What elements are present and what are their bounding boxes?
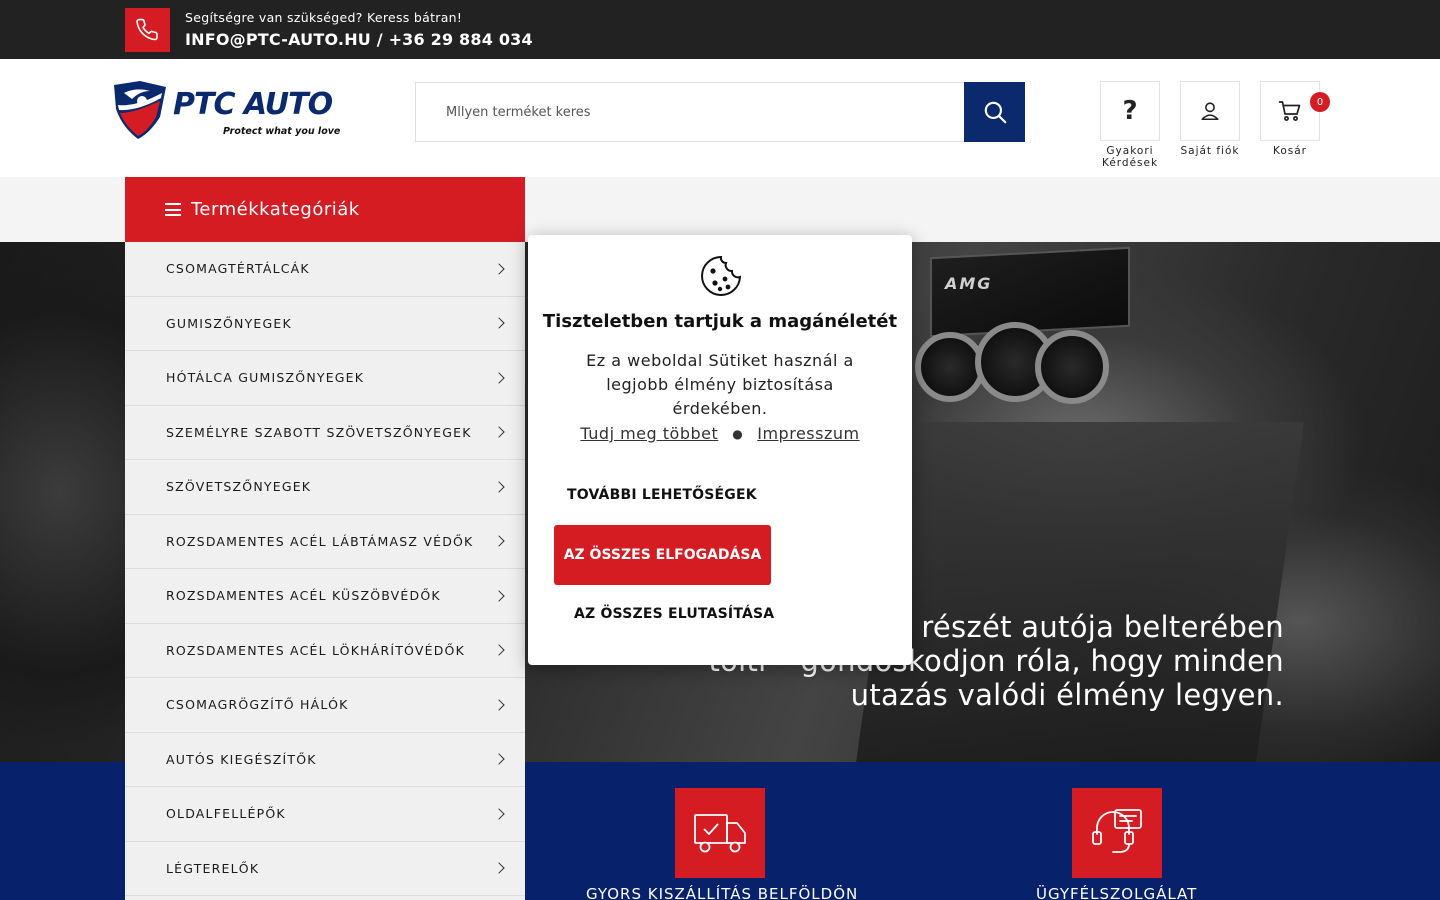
- category-item[interactable]: ROZSDAMENTES ACÉL KÜSZÖBVÉDŐK: [125, 569, 525, 624]
- category-item[interactable]: SZEMÉLYRE SZABOTT SZÖVETSZŐNYEGEK: [125, 406, 525, 460]
- accept-all-button[interactable]: AZ ÖSSZES ELFOGADÁSA: [554, 525, 771, 585]
- more-options-button[interactable]: TOVÁBBI LEHETŐSÉGEK: [567, 487, 757, 503]
- cart-icon: [1278, 101, 1301, 121]
- cookie-consent-modal: Tiszteletben tartjuk a magánéletét Ez a …: [528, 235, 912, 665]
- hero-text-line: utazás valódi élmény legyen.: [850, 678, 1284, 712]
- header: PTC AUTO Protect what you love ? Gyakori…: [0, 59, 1440, 177]
- categories-toggle[interactable]: Termékkategóriák: [125, 177, 525, 242]
- category-label: ROZSDAMENTES ACÉL LÁBTÁMASZ VÉDŐK: [166, 533, 474, 549]
- hero-amg-badge: AMG: [945, 274, 993, 293]
- category-label: ROZSDAMENTES ACÉL LÖKHÁRÍTÓVÉDŐK: [166, 642, 465, 658]
- chevron-right-icon: [493, 699, 505, 711]
- category-item[interactable]: HÓTÁLCA GUMISZŐNYEGEK: [125, 351, 525, 406]
- category-item[interactable]: AUTÓS KIEGÉSZÍTŐK: [125, 733, 525, 787]
- user-icon: [1201, 102, 1219, 121]
- reject-all-button[interactable]: AZ ÖSSZES ELUTASÍTÁSA: [574, 606, 774, 622]
- menu-icon: [165, 203, 181, 216]
- chevron-right-icon: [493, 535, 505, 547]
- chevron-right-icon: [493, 590, 505, 602]
- category-label: SZEMÉLYRE SZABOTT SZÖVETSZŐNYEGEK: [166, 424, 472, 440]
- cookie-links: Tudj meg többet ● Impresszum: [528, 424, 912, 443]
- learn-more-link[interactable]: Tudj meg többet: [580, 424, 718, 443]
- chevron-right-icon: [493, 481, 505, 493]
- account-button[interactable]: [1180, 81, 1240, 141]
- cart-count-badge: 0: [1310, 92, 1330, 112]
- link-separator-dot: ●: [732, 426, 744, 441]
- cart-label[interactable]: Kosár: [1250, 145, 1330, 157]
- category-label: LÉGTERELŐK: [166, 860, 260, 876]
- question-icon: ?: [1122, 96, 1138, 126]
- chevron-right-icon: [493, 317, 505, 329]
- chevron-right-icon: [493, 263, 505, 275]
- category-item[interactable]: OLDALFELLÉPŐK: [125, 787, 525, 842]
- category-label: ROZSDAMENTES ACÉL KÜSZÖBVÉDŐK: [166, 588, 441, 604]
- chevron-right-icon: [493, 753, 505, 765]
- category-item[interactable]: ROZSDAMENTES ACÉL LÖKHÁRÍTÓVÉDŐK: [125, 624, 525, 678]
- category-item[interactable]: CSOMAGRÖGZÍTŐ HÁLÓK: [125, 678, 525, 733]
- cart-button[interactable]: [1260, 81, 1320, 141]
- chevron-right-icon: [493, 808, 505, 820]
- category-item[interactable]: SZÖVETSZŐNYEGEK: [125, 460, 525, 515]
- faq-label[interactable]: Gyakori Kérdések: [1090, 145, 1170, 169]
- feature-shipping-title: GYORS KISZÁLLÍTÁS BELFÖLDÖN: [586, 885, 859, 900]
- chevron-right-icon: [493, 426, 505, 438]
- logo-shield-icon: [114, 81, 166, 139]
- contact-email[interactable]: INFO@PTC-AUTO.HU: [185, 30, 371, 49]
- chevron-right-icon: [493, 644, 505, 656]
- cookie-icon: [700, 255, 742, 301]
- category-label: HÓTÁLCA GUMISZŐNYEGEK: [166, 370, 365, 386]
- category-label: GUMISZŐNYEGEK: [166, 315, 292, 331]
- contact-separator: /: [370, 30, 389, 49]
- search-icon: [984, 101, 1006, 124]
- top-bar: Segítségre van szükséged? Keress bátran!…: [0, 0, 1440, 59]
- logo-brand: PTC AUTO: [173, 87, 333, 122]
- category-item[interactable]: CSOMAGTÉRTÁLCÁK: [125, 242, 525, 297]
- contact-line: INFO@PTC-AUTO.HU / +36 29 884 034: [185, 30, 533, 49]
- delivery-truck-icon: [675, 788, 765, 878]
- category-label: CSOMAGTÉRTÁLCÁK: [166, 261, 310, 277]
- chevron-right-icon: [493, 372, 505, 384]
- logo-tagline: Protect what you love: [223, 126, 341, 137]
- logo[interactable]: PTC AUTO Protect what you love: [110, 79, 350, 143]
- categories-title: Termékkategóriák: [191, 199, 360, 220]
- faq-button[interactable]: ?: [1100, 81, 1160, 141]
- search-input[interactable]: [415, 82, 965, 142]
- contact-phone[interactable]: +36 29 884 034: [389, 30, 533, 49]
- category-list: CSOMAGTÉRTÁLCÁK GUMISZŐNYEGEK HÓTÁLCA GU…: [125, 242, 525, 900]
- category-item[interactable]: ROZSDAMENTES ACÉL LÁBTÁMASZ VÉDŐK: [125, 515, 525, 569]
- impressum-link[interactable]: Impresszum: [757, 424, 859, 443]
- help-text: Segítségre van szükséged? Keress bátran!: [185, 10, 463, 25]
- category-label: AUTÓS KIEGÉSZÍTŐK: [166, 751, 317, 767]
- cookie-title: Tiszteletben tartjuk a magánéletét: [542, 311, 898, 332]
- feature-support-title: ÜGYFÉLSZOLGÁLAT: [1036, 885, 1198, 900]
- account-label[interactable]: Saját fiók: [1170, 145, 1250, 157]
- category-label: SZÖVETSZŐNYEGEK: [166, 479, 312, 495]
- category-label: CSOMAGRÖGZÍTŐ HÁLÓK: [166, 697, 349, 713]
- category-label: OLDALFELLÉPŐK: [166, 806, 286, 822]
- hero-vent-shape: [1035, 330, 1109, 404]
- customer-support-icon: [1072, 788, 1162, 878]
- category-item[interactable]: GUMISZŐNYEGEK: [125, 297, 525, 351]
- category-item[interactable]: LÉGTERELŐK: [125, 842, 525, 896]
- search-button[interactable]: [964, 82, 1025, 142]
- cookie-body: Ez a weboldal Sütiket használ a legjobb …: [586, 351, 854, 418]
- phone-icon[interactable]: [125, 8, 170, 52]
- chevron-right-icon: [493, 862, 505, 874]
